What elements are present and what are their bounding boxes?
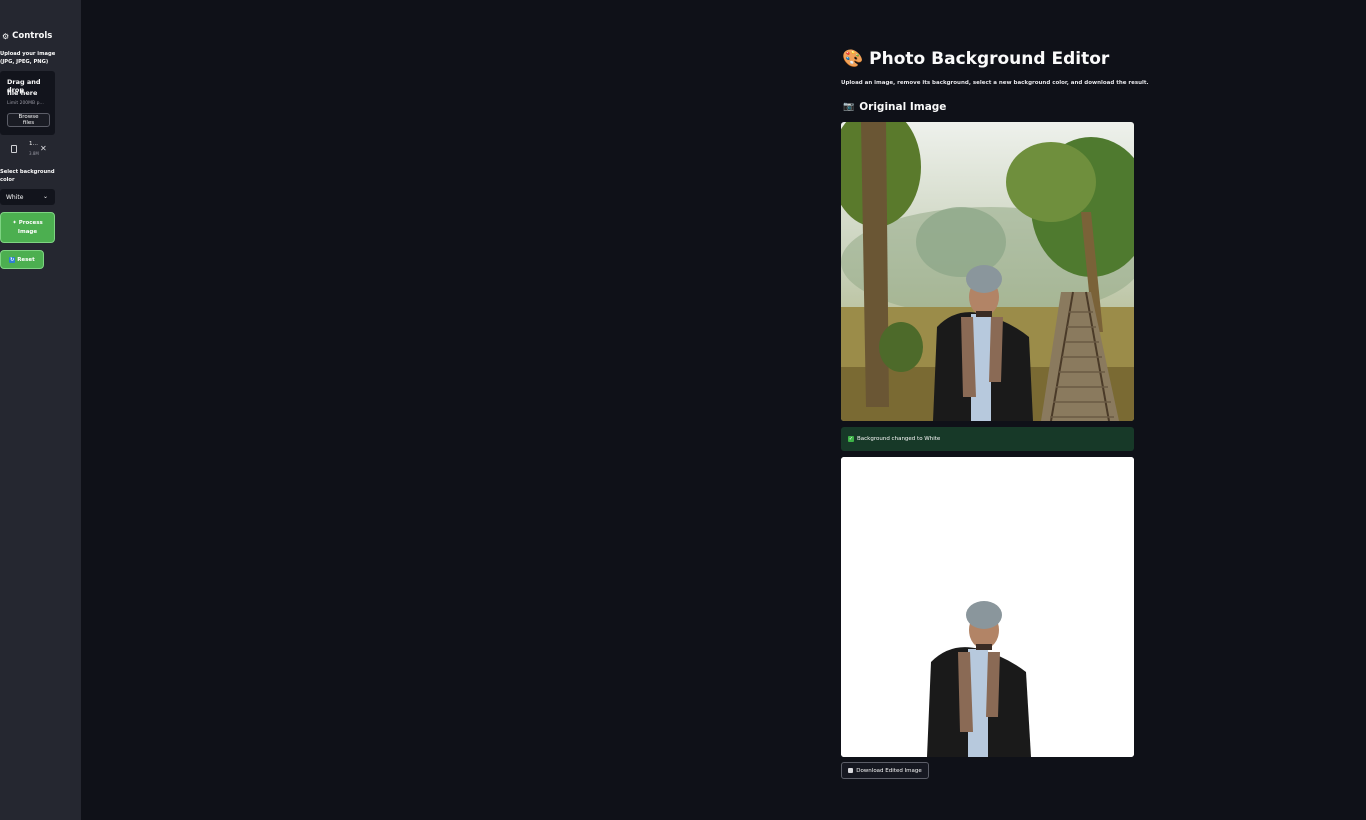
page-title: 🎨 Photo Background Editor (842, 49, 1109, 69)
chevron-down-icon: ⌄ (42, 193, 48, 200)
process-label-text: Process (18, 219, 43, 226)
reset-button[interactable]: ↻ Reset (0, 250, 44, 269)
gear-icon: ⚙ (2, 31, 10, 41)
upload-label: Upload your image (JPG, JPEG, PNG) (0, 51, 56, 65)
process-label-line1: ✦ Process (12, 219, 43, 228)
download-edited-image-button[interactable]: Download Edited Image (841, 762, 929, 779)
close-icon[interactable]: ✕ (40, 144, 47, 153)
page-title-text: Photo Background Editor (869, 49, 1110, 69)
original-image-heading: 📷 Original Image (843, 101, 946, 113)
palette-icon: 🎨 (842, 49, 864, 69)
refresh-icon: ↻ (9, 256, 16, 263)
sidebar-title-text: Controls (12, 31, 53, 41)
process-image-button[interactable]: ✦ Process Image (0, 212, 55, 243)
browse-files-button[interactable]: Browse files (7, 113, 50, 127)
check-icon: ✓ (848, 436, 854, 442)
original-image-heading-text: Original Image (859, 101, 947, 113)
download-label: Download Edited Image (856, 767, 922, 774)
uploaded-file: 1… 3.8M ✕ (8, 140, 56, 160)
file-dropzone[interactable]: Drag and drop file here Limit 200MB p… B… (0, 71, 55, 135)
success-alert: ✓ Background changed to White (841, 427, 1134, 451)
file-size: 3.8M (29, 151, 39, 156)
original-photo (841, 122, 1134, 421)
select-value: White (6, 194, 24, 201)
dropzone-limit: Limit 200MB p… (7, 101, 44, 106)
edited-image (841, 457, 1134, 757)
file-name: 1… (29, 141, 38, 147)
sidebar-title: ⚙ Controls (2, 31, 52, 41)
page-subtitle: Upload an image, remove its background, … (841, 80, 1149, 86)
sparkle-icon: ✦ (12, 219, 17, 226)
background-color-label: Select background color (0, 169, 55, 183)
background-color-select[interactable]: White ⌄ (0, 189, 55, 205)
process-label-line2: Image (17, 228, 38, 235)
reset-label: Reset (17, 256, 35, 263)
camera-icon: 📷 (843, 102, 855, 112)
success-message: Background changed to White (857, 436, 941, 442)
file-icon (11, 145, 17, 153)
dropzone-text-line2: file here (7, 89, 38, 97)
sidebar: ⚙ Controls Upload your image (JPG, JPEG,… (0, 0, 81, 820)
download-icon (848, 768, 854, 773)
original-image (841, 122, 1134, 421)
edited-photo (841, 457, 1134, 757)
